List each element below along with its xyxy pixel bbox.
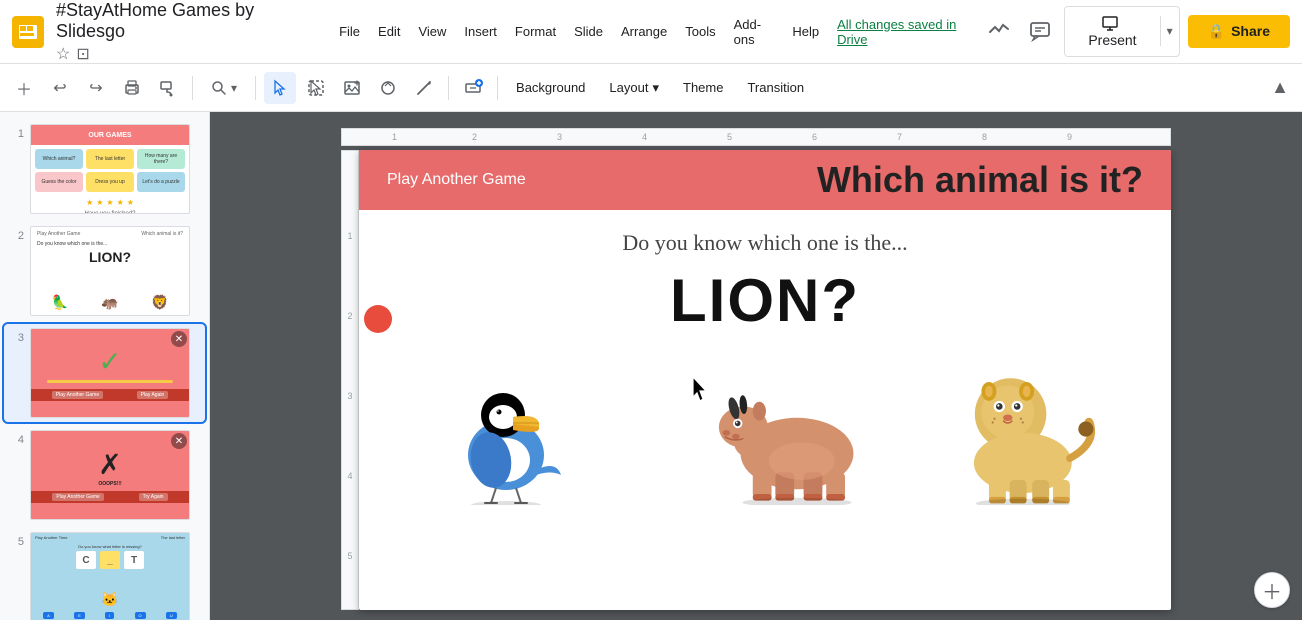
slide-animals-row <box>399 345 1131 505</box>
add-btn[interactable]: ＋ <box>8 72 40 104</box>
menu-view[interactable]: View <box>410 20 454 43</box>
title-area: #StayAtHome Games by Slidesgo ☆ ⊡ <box>56 0 315 64</box>
lion-animal <box>940 345 1100 505</box>
slide-preview-3: ✓ Play Another Game Play Again ✕ <box>30 328 190 418</box>
share-button[interactable]: 🔒 Share <box>1188 15 1290 48</box>
red-ball <box>364 305 392 333</box>
menu-addons[interactable]: Add-ons <box>726 13 783 51</box>
layout-label: Layout <box>609 80 648 95</box>
menu-arrange[interactable]: Arrange <box>613 20 675 43</box>
insert-image-btn[interactable] <box>336 72 368 104</box>
main: 1 OUR GAMES Which animal? The last lette… <box>0 112 1302 620</box>
separator <box>192 76 193 100</box>
rhino-animal <box>717 345 877 505</box>
slide-thumb-2[interactable]: 2 Play Another Game Which animal is it? … <box>4 222 205 320</box>
slide-thumb-5[interactable]: 5 Play Another Time The last letter Do y… <box>4 528 205 620</box>
insert-line-btn[interactable] <box>408 72 440 104</box>
drive-icon[interactable]: ⊡ <box>76 44 89 64</box>
lock-icon: 🔒 <box>1208 23 1225 40</box>
menu-format[interactable]: Format <box>507 20 564 43</box>
zoom-btn[interactable]: ▾ <box>201 76 247 100</box>
slide-header-left: Play Another Game <box>387 171 526 189</box>
print-btn[interactable] <box>116 72 148 104</box>
add-slide-btn-area: ＋ <box>1254 572 1290 608</box>
editor-area: 1 2 3 4 5 6 7 8 9 1 2 3 4 5 <box>210 112 1302 620</box>
top-right-actions: Present ▾ 🔒 Share <box>982 6 1290 57</box>
theme-btn[interactable]: Theme <box>673 76 733 99</box>
format-paint-btn[interactable] <box>152 72 184 104</box>
slide-preview-1: OUR GAMES Which animal? The last letter … <box>30 124 190 214</box>
present-label: Present <box>1088 32 1136 48</box>
slide-header-bar: Play Another Game Which animal is it? <box>359 150 1171 210</box>
slide-num-5: 5 <box>8 536 24 548</box>
activity-icon[interactable] <box>982 13 1015 49</box>
menu-slide[interactable]: Slide <box>566 20 611 43</box>
slide-thumb-3[interactable]: 3 ✓ Play Another Game Play Again ✕ <box>4 324 205 422</box>
layout-btn[interactable]: Layout ▾ <box>599 76 669 100</box>
collapse-toolbar-btn[interactable]: ▲ <box>1266 74 1294 102</box>
slide-num-3: 3 <box>8 332 24 344</box>
slide-num-2: 2 <box>8 230 24 242</box>
separator2 <box>255 76 256 100</box>
slide-main-text: LION? <box>670 266 860 335</box>
add-textbox-btn[interactable] <box>457 72 489 104</box>
slide-preview-5: Play Another Time The last letter Do you… <box>30 532 190 620</box>
transition-btn[interactable]: Transition <box>737 76 814 99</box>
select-btn[interactable] <box>264 72 296 104</box>
close-slide-3[interactable]: ✕ <box>171 331 187 347</box>
toolbar: ＋ ↩ ↪ ▾ <box>0 64 1302 112</box>
close-slide-4[interactable]: ✕ <box>171 433 187 449</box>
star-icon[interactable]: ☆ <box>56 44 70 64</box>
menu-tools[interactable]: Tools <box>677 20 723 43</box>
slide-canvas: Play Another Game Which animal is it? Do… <box>359 150 1171 610</box>
slide-header-right: Which animal is it? <box>817 159 1143 201</box>
comments-icon[interactable] <box>1023 13 1056 49</box>
slide-thumb-4[interactable]: 4 ✗ OOOPS!!! Play Another Game Try Again… <box>4 426 205 524</box>
menu-bar: File Edit View Insert Format Slide Arran… <box>331 13 966 51</box>
app-icon <box>12 16 44 48</box>
toucan-animal <box>431 345 591 505</box>
slide-subtitle: Do you know which one is the... <box>622 230 907 256</box>
menu-help[interactable]: Help <box>784 20 827 43</box>
doc-title[interactable]: #StayAtHome Games by Slidesgo <box>56 0 315 42</box>
slide-panel: 1 OUR GAMES Which animal? The last lette… <box>0 112 210 620</box>
present-main-btn[interactable]: Present <box>1065 7 1159 56</box>
layout-arrow: ▾ <box>652 80 659 96</box>
redo-btn[interactable]: ↪ <box>80 72 112 104</box>
slide-body: Do you know which one is the... LION? <box>359 210 1171 515</box>
background-btn[interactable]: Background <box>506 76 595 99</box>
slide-num-4: 4 <box>8 434 24 446</box>
select-text-btn[interactable] <box>300 72 332 104</box>
topbar: #StayAtHome Games by Slidesgo ☆ ⊡ File E… <box>0 0 1302 64</box>
menu-file[interactable]: File <box>331 20 368 43</box>
insert-shape-btn[interactable] <box>372 72 404 104</box>
separator4 <box>497 76 498 100</box>
present-button[interactable]: Present ▾ <box>1064 6 1179 57</box>
undo-btn[interactable]: ↩ <box>44 72 76 104</box>
menu-insert[interactable]: Insert <box>456 20 505 43</box>
slide-num-1: 1 <box>8 128 24 140</box>
separator3 <box>448 76 449 100</box>
slide-thumb-1[interactable]: 1 OUR GAMES Which animal? The last lette… <box>4 120 205 218</box>
share-label: Share <box>1231 23 1270 39</box>
add-slide-btn[interactable]: ＋ <box>1254 572 1290 608</box>
slide-preview-4: ✗ OOOPS!!! Play Another Game Try Again ✕ <box>30 430 190 520</box>
menu-edit[interactable]: Edit <box>370 20 408 43</box>
save-status[interactable]: All changes saved in Drive <box>837 17 966 47</box>
present-dropdown[interactable]: ▾ <box>1160 16 1179 46</box>
slide-preview-2: Play Another Game Which animal is it? Do… <box>30 226 190 316</box>
